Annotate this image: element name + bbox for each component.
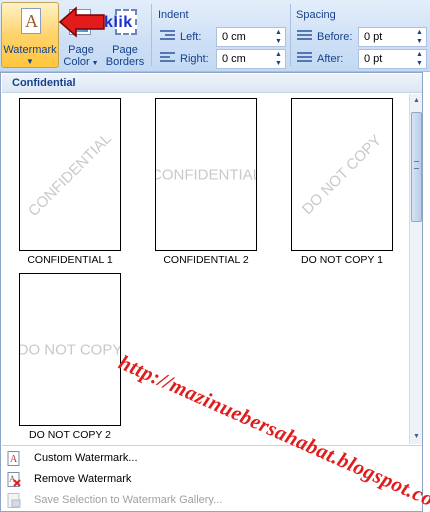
indent-left-icon: [160, 30, 175, 44]
spacing-after-value: 0 pt: [364, 53, 383, 65]
spin-up-icon[interactable]: ▲: [415, 50, 424, 59]
indent-left-value: 0 cm: [222, 31, 246, 43]
gallery-item-do-not-copy-2[interactable]: DO NOT COPY DO NOT COPY 2: [4, 271, 136, 447]
watermark-preview-text: DO NOT COPY: [298, 131, 386, 218]
chevron-down-icon: ▼: [26, 57, 34, 66]
indent-left-label: Left:: [180, 31, 202, 43]
remove-watermark-icon: A: [7, 472, 21, 487]
watermark-icon: A: [21, 8, 41, 34]
spacing-before-label: Before:: [317, 31, 353, 43]
svg-text:A: A: [9, 474, 16, 484]
save-to-gallery-icon: [7, 493, 21, 508]
spacing-after-input[interactable]: 0 pt ▲ ▼: [358, 49, 427, 69]
gallery-item-caption: CONFIDENTIAL 1: [27, 254, 113, 266]
page-borders-label-2: Borders: [105, 56, 145, 68]
indent-left-input[interactable]: 0 cm ▲ ▼: [216, 27, 286, 47]
spin-down-icon[interactable]: ▼: [415, 59, 424, 68]
spacing-before-row: Before: 0 pt ▲ ▼: [297, 27, 427, 47]
spacing-after-row: After: 0 pt ▲ ▼: [297, 49, 427, 69]
gallery-item-caption: DO NOT COPY 2: [29, 429, 111, 441]
spacing-before-icon: [297, 30, 312, 44]
gallery-item-caption: DO NOT COPY 1: [301, 254, 383, 266]
indent-group-title: Indent: [158, 9, 189, 21]
indent-right-row: Right: 0 cm ▲ ▼: [160, 49, 286, 69]
spin-up-icon[interactable]: ▲: [415, 28, 424, 37]
spin-down-icon[interactable]: ▼: [274, 37, 283, 46]
indent-left-row: Left: 0 cm ▲ ▼: [160, 27, 286, 47]
gallery-item-confidential-2[interactable]: CONFIDENTIAL CONFIDENTIAL 2: [140, 96, 272, 272]
watermark-label: Watermark: [3, 44, 57, 56]
page-color-label-1: Page: [68, 44, 94, 56]
indent-right-label: Right:: [180, 53, 209, 65]
spacing-after-label: After:: [317, 53, 344, 65]
spacing-before-input[interactable]: 0 pt ▲ ▼: [358, 27, 427, 47]
klik-annotation: klik: [104, 14, 133, 31]
gallery-scrollbar[interactable]: ▲ ▼: [409, 94, 422, 444]
custom-watermark-label: Custom Watermark...: [34, 452, 138, 464]
save-to-gallery-menu-item: Save Selection to Watermark Gallery...: [2, 490, 422, 510]
spin-down-icon[interactable]: ▼: [274, 59, 283, 68]
watermark-preview: CONFIDENTIAL: [19, 98, 121, 251]
annotation-arrow-icon: [58, 6, 105, 38]
watermark-button[interactable]: A Watermark ▼: [1, 2, 59, 68]
save-to-gallery-label: Save Selection to Watermark Gallery...: [34, 494, 223, 506]
gallery-item-caption: CONFIDENTIAL 2: [163, 254, 249, 266]
ribbon-separator: [151, 4, 152, 66]
indent-right-value: 0 cm: [222, 53, 246, 65]
indent-right-icon: [160, 52, 175, 66]
spin-down-icon[interactable]: ▼: [415, 37, 424, 46]
gallery-section-header: Confidential: [2, 74, 422, 93]
page-color-label-2: Color: [63, 56, 90, 68]
watermark-preview-text: CONFIDENTIAL: [155, 166, 257, 183]
ribbon: A Watermark ▼ Page Color ▼ Page Borders …: [0, 0, 430, 72]
spacing-before-value: 0 pt: [364, 31, 383, 43]
spin-up-icon[interactable]: ▲: [274, 28, 283, 37]
spin-up-icon[interactable]: ▲: [274, 50, 283, 59]
watermark-preview-text: DO NOT COPY: [19, 341, 121, 358]
custom-watermark-icon: A: [7, 451, 20, 466]
ribbon-separator: [290, 4, 291, 66]
scroll-down-icon[interactable]: ▼: [410, 430, 423, 444]
gallery-item-confidential-1[interactable]: CONFIDENTIAL CONFIDENTIAL 1: [4, 96, 136, 272]
gallery-item-do-not-copy-1[interactable]: DO NOT COPY DO NOT COPY 1: [276, 96, 408, 272]
watermark-preview: CONFIDENTIAL: [155, 98, 257, 251]
scrollbar-thumb[interactable]: [411, 112, 422, 222]
watermark-preview: DO NOT COPY: [19, 273, 121, 426]
page-borders-button[interactable]: Page Borders: [102, 2, 148, 68]
remove-watermark-label: Remove Watermark: [34, 473, 132, 485]
chevron-down-icon: ▼: [89, 60, 99, 67]
scroll-up-icon[interactable]: ▲: [410, 94, 423, 108]
watermark-preview: DO NOT COPY: [291, 98, 393, 251]
spacing-after-icon: [297, 52, 312, 66]
page-borders-label-1: Page: [112, 44, 138, 56]
indent-right-input[interactable]: 0 cm ▲ ▼: [216, 49, 286, 69]
watermark-preview-text: CONFIDENTIAL: [25, 129, 115, 220]
svg-text:A: A: [10, 454, 18, 465]
spacing-group-title: Spacing: [296, 9, 336, 21]
watermark-dropdown-panel: Confidential CONFIDENTIAL CONFIDENTIAL 1…: [0, 72, 423, 512]
